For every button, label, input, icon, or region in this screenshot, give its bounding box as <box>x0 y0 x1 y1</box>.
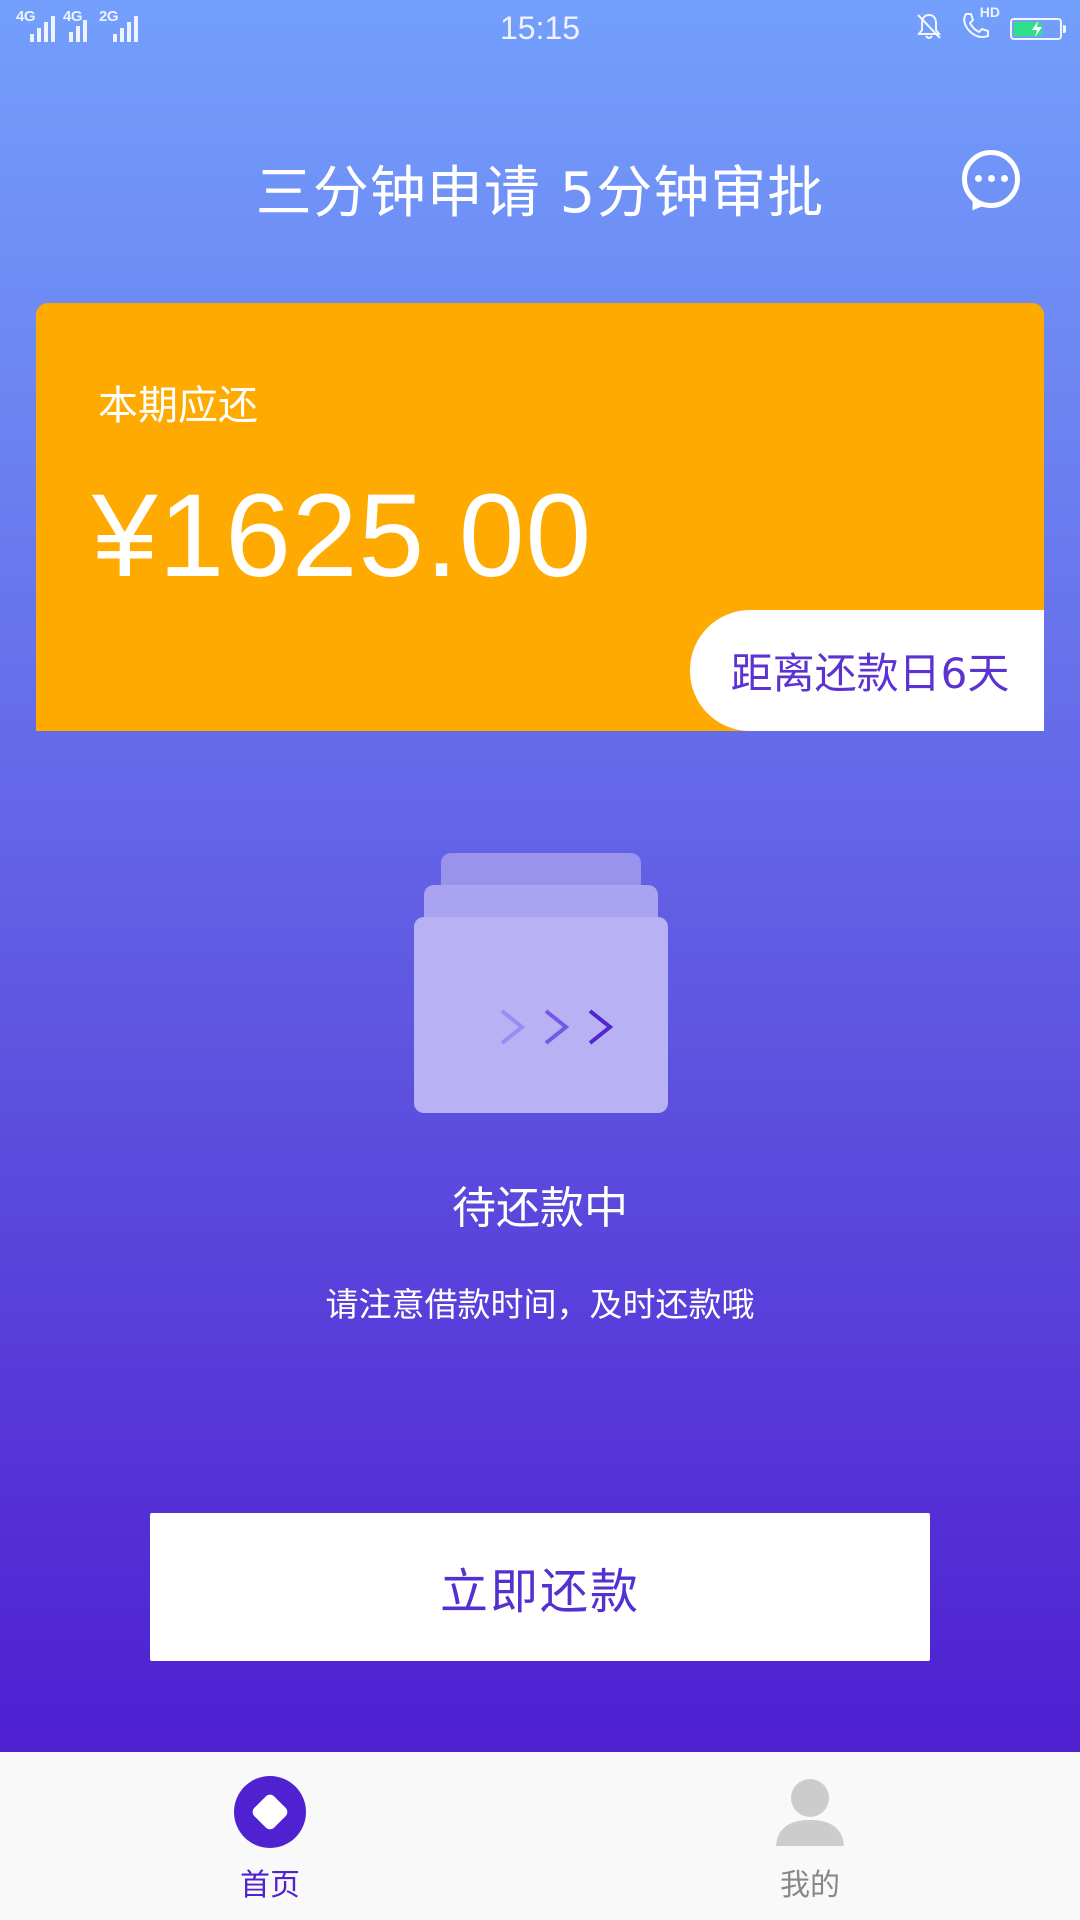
battery-icon <box>1010 17 1066 40</box>
repay-status-description: 请注意借款时间，及时还款哦 <box>325 1285 755 1324</box>
bottom-tab-bar: 首页 我的 <box>0 1752 1080 1920</box>
due-days-badge: 距离还款日6天 <box>690 610 1044 731</box>
bill-label: 本期应还 <box>98 383 258 429</box>
tab-mine-label: 我的 <box>780 1868 840 1903</box>
tab-home-label: 首页 <box>240 1868 300 1903</box>
user-icon <box>776 1779 844 1846</box>
chevrons-right-icon <box>500 1009 614 1045</box>
repay-status-title: 待还款中 <box>452 1183 628 1234</box>
folder-arrows-icon <box>414 853 668 1113</box>
due-days-text: 距离还款日6天 <box>730 649 1010 698</box>
hd-label: HD <box>979 4 1000 20</box>
charging-bolt-icon <box>1032 20 1042 37</box>
tab-home[interactable]: 首页 <box>0 1752 540 1920</box>
status-right-icons: HD <box>914 4 1066 47</box>
bill-amount: ¥1625.00 <box>92 470 593 602</box>
page-title: 三分钟申请 5分钟审批 <box>255 161 825 226</box>
repay-now-button[interactable]: 立即还款 <box>150 1513 930 1661</box>
chat-bubble-icon[interactable] <box>962 150 1020 208</box>
bill-card: 本期应还 ¥1625.00 距离还款日6天 <box>36 303 1044 731</box>
tab-mine[interactable]: 我的 <box>540 1752 1080 1920</box>
hd-call-icon: HD <box>960 4 1000 47</box>
home-diamond-icon <box>234 1776 306 1848</box>
status-bar: 4G 4G 2G 15:15 HD <box>0 0 1080 60</box>
bell-muted-icon <box>914 11 944 46</box>
